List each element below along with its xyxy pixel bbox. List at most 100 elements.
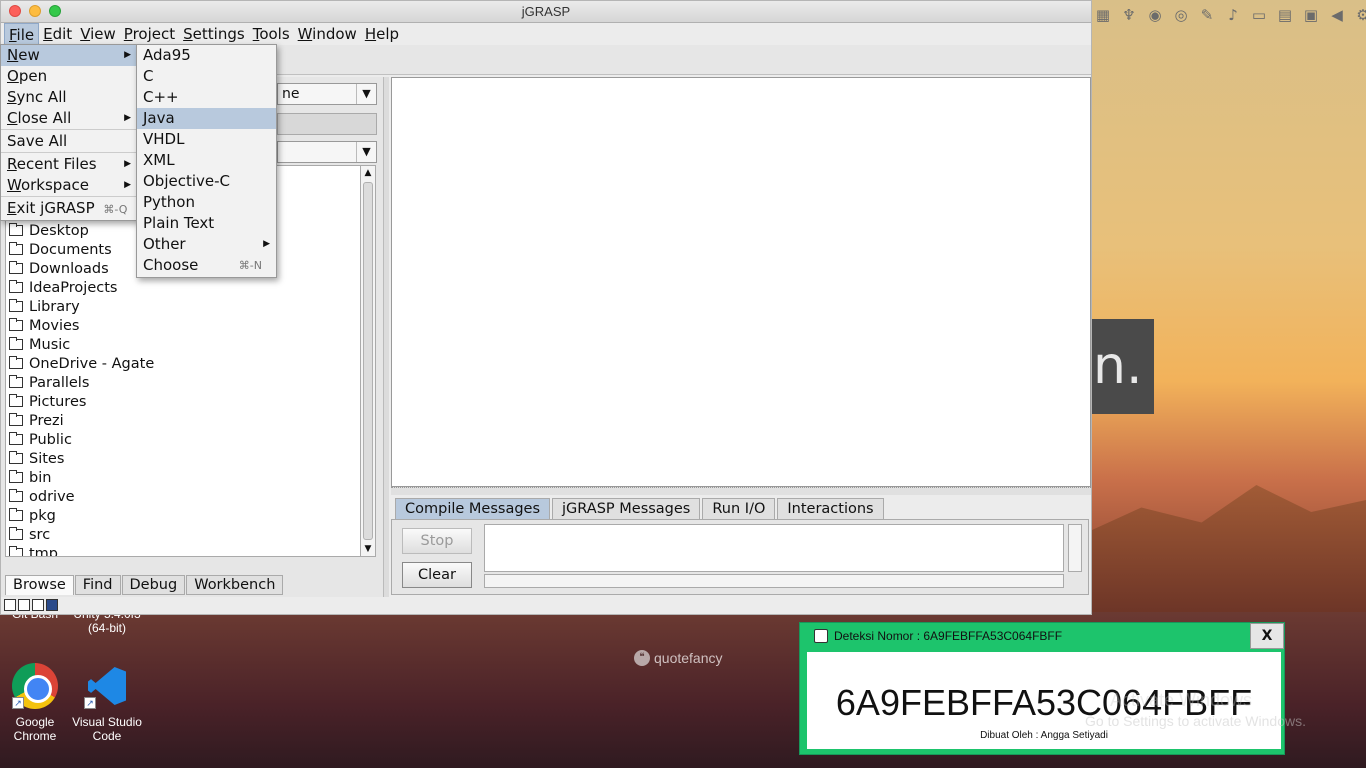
submenu-arrow-icon: ▶ — [263, 239, 270, 249]
minimize-window-button[interactable] — [29, 5, 41, 17]
new-item-java[interactable]: Java — [137, 108, 276, 129]
tab-run-io[interactable]: Run I/O — [702, 498, 776, 520]
file-menu: New ▶ Open Sync All Close All ▶ Save All R… — [0, 44, 138, 221]
directory-combo[interactable]: ▼ — [277, 141, 377, 163]
output-horizontal-scrollbar[interactable] — [484, 574, 1064, 588]
folder-item[interactable]: Prezi — [6, 412, 360, 431]
layout-window-icon[interactable] — [46, 599, 58, 611]
tab-workbench[interactable]: Workbench — [186, 575, 284, 595]
grid-icon[interactable]: ▦ — [1094, 6, 1112, 24]
menu-item-save-all[interactable]: Save All — [1, 131, 137, 152]
compile-output[interactable] — [484, 524, 1064, 572]
folder-label: Documents — [29, 242, 112, 258]
output-vertical-scrollbar[interactable] — [1068, 524, 1082, 572]
menu-item-open[interactable]: Open — [1, 66, 137, 87]
detection-dialog: Deteksi Nomor : 6A9FEBFFA53C064FBFF X 6A… — [799, 622, 1285, 755]
folder-item[interactable]: bin — [6, 469, 360, 488]
new-item-other[interactable]: Other ▶ — [137, 234, 276, 255]
menu-view[interactable]: View — [76, 23, 120, 45]
tab-browse[interactable]: Browse — [5, 575, 74, 595]
tab-jgrasp-messages[interactable]: jGRASP Messages — [552, 498, 701, 520]
menu-tools[interactable]: Tools — [249, 23, 294, 45]
new-item-plain-text[interactable]: Plain Text — [137, 213, 276, 234]
folder-item[interactable]: tmp — [6, 545, 360, 556]
new-item-xml[interactable]: XML — [137, 150, 276, 171]
folder-item[interactable]: Pictures — [6, 393, 360, 412]
back-icon[interactable]: ◀ — [1328, 6, 1346, 24]
tab-find[interactable]: Find — [74, 575, 121, 595]
menu-project[interactable]: Project — [120, 23, 179, 45]
folder-item[interactable]: Public — [6, 431, 360, 450]
network-icon[interactable]: ▭ — [1250, 6, 1268, 24]
folder-label: Prezi — [29, 413, 64, 429]
menu-item-sync-all[interactable]: Sync All — [1, 87, 137, 108]
clear-button[interactable]: Clear — [402, 562, 472, 588]
title-bar[interactable]: jGRASP — [1, 1, 1091, 23]
folder-item[interactable]: IdeaProjects — [6, 279, 360, 298]
editor-desktop[interactable] — [391, 77, 1091, 487]
new-item-c[interactable]: C — [137, 66, 276, 87]
folder-item[interactable]: Parallels — [6, 374, 360, 393]
record-icon[interactable]: ◉ — [1146, 6, 1164, 24]
desktop-icon-chrome[interactable]: ↗ Google Chrome — [0, 663, 72, 743]
folder-item[interactable]: Library — [6, 298, 360, 317]
vscode-icon: ↗ — [84, 663, 130, 709]
new-item-ada95[interactable]: Ada95 — [137, 45, 276, 66]
desktop-icon-vscode[interactable]: ↗ Visual Studio Code — [70, 663, 144, 743]
dialog-title: Deteksi Nomor : 6A9FEBFFA53C064FBFF — [834, 629, 1063, 643]
new-item-vhdl[interactable]: VHDL — [137, 129, 276, 150]
close-window-button[interactable] — [9, 5, 21, 17]
folder-icon — [9, 356, 23, 369]
file-tree-scrollbar[interactable]: ▲ ▼ — [360, 165, 376, 557]
folder-item[interactable]: src — [6, 526, 360, 545]
new-item-cpp[interactable]: C++ — [137, 87, 276, 108]
tab-interactions[interactable]: Interactions — [777, 498, 884, 520]
layout-split-icon[interactable] — [4, 599, 16, 611]
scrollbar-thumb[interactable] — [363, 182, 373, 540]
volume-icon[interactable]: ♪ — [1224, 6, 1242, 24]
folder-item[interactable]: odrive — [6, 488, 360, 507]
menu-item-new[interactable]: New ▶ — [1, 45, 137, 66]
new-item-choose[interactable]: Choose ⌘-N — [137, 255, 276, 276]
usb-icon[interactable]: ♆ — [1120, 6, 1138, 24]
dialog-close-button[interactable]: X — [1250, 623, 1284, 649]
maximize-window-button[interactable] — [49, 5, 61, 17]
chevron-down-icon[interactable]: ▼ — [356, 84, 376, 104]
folder-share-icon[interactable]: ▤ — [1276, 6, 1294, 24]
menu-file[interactable]: File — [4, 23, 40, 45]
activate-windows-watermark: Go to Settings to activate Windows. — [1085, 713, 1306, 729]
folder-item[interactable]: pkg — [6, 507, 360, 526]
folder-icon — [9, 508, 23, 521]
chevron-down-icon[interactable]: ▼ — [356, 142, 376, 162]
tab-debug[interactable]: Debug — [121, 575, 186, 595]
snapshot-icon[interactable]: ◎ — [1172, 6, 1190, 24]
folder-item[interactable]: Movies — [6, 317, 360, 336]
stop-button[interactable]: Stop — [402, 528, 472, 554]
tab-compile-messages[interactable]: Compile Messages — [395, 498, 551, 520]
menu-help[interactable]: Help — [361, 23, 403, 45]
scroll-down-icon[interactable]: ▼ — [361, 542, 375, 556]
horizontal-splitter[interactable] — [391, 487, 1091, 495]
pen-icon[interactable]: ✎ — [1198, 6, 1216, 24]
quote-fragment: n. — [1093, 336, 1143, 396]
submenu-arrow-icon: ▶ — [124, 180, 131, 190]
new-item-python[interactable]: Python — [137, 192, 276, 213]
layout-list-icon[interactable] — [32, 599, 44, 611]
menu-item-workspace[interactable]: Workspace ▶ — [1, 175, 137, 196]
folder-item[interactable]: Sites — [6, 450, 360, 469]
project-combo[interactable]: ne ▼ — [277, 83, 377, 105]
settings-gear-icon[interactable]: ⚙ — [1354, 6, 1366, 24]
menu-edit[interactable]: Edit — [39, 23, 76, 45]
menu-settings[interactable]: Settings — [179, 23, 249, 45]
folder-item[interactable]: Music — [6, 336, 360, 355]
scroll-up-icon[interactable]: ▲ — [361, 166, 375, 180]
new-item-objective-c[interactable]: Objective-C — [137, 171, 276, 192]
layout-columns-icon[interactable] — [18, 599, 30, 611]
vertical-splitter[interactable] — [383, 77, 389, 597]
folder-item[interactable]: OneDrive - Agate — [6, 355, 360, 374]
screen-icon[interactable]: ▣ — [1302, 6, 1320, 24]
menu-item-close-all[interactable]: Close All ▶ — [1, 108, 137, 129]
menu-window[interactable]: Window — [294, 23, 361, 45]
menu-item-recent-files[interactable]: Recent Files ▶ — [1, 154, 137, 175]
menu-item-exit[interactable]: Exit jGRASP ⌘-Q — [1, 198, 137, 219]
